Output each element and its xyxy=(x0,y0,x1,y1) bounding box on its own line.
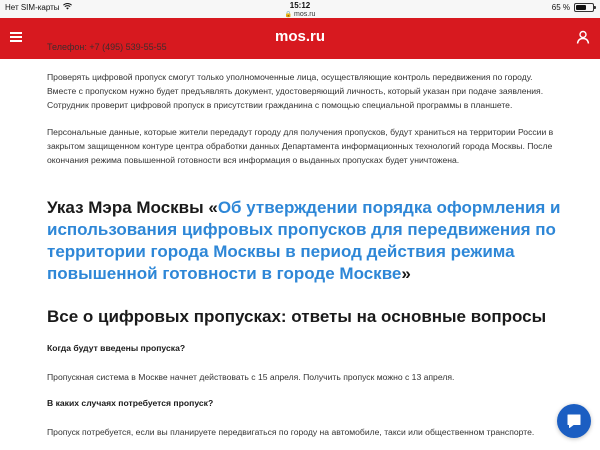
battery-fill xyxy=(576,5,587,10)
faq-answer: Пропуск потребуется, если вы планируете … xyxy=(47,427,535,437)
faq-question: Когда будут введены пропуска? xyxy=(47,343,186,353)
faq-question: В каких случаях потребуется пропуск? xyxy=(47,398,214,408)
decree-heading: Указ Мэра Москвы «Об утверждении порядка… xyxy=(47,197,562,285)
user-icon[interactable] xyxy=(576,30,590,44)
article-content: Телефон: +7 (495) 539-55-55 Проверять ци… xyxy=(47,41,562,438)
faq-section-title: Все о цифровых пропусках: ответы на осно… xyxy=(47,307,547,326)
paragraph-personal-data: Персональные данные, которые жители пере… xyxy=(47,127,554,165)
status-right: 65 % xyxy=(551,3,596,12)
chat-bubble-icon xyxy=(567,414,581,428)
chat-button[interactable] xyxy=(557,404,591,438)
battery-icon xyxy=(574,3,596,12)
clock: 15:12 xyxy=(289,1,311,10)
battery-percent: 65 % xyxy=(551,3,570,12)
paragraph-verification: Проверять цифровой пропуск смогут только… xyxy=(47,72,544,110)
faq-answer: Пропускная система в Москве начнет дейст… xyxy=(47,372,455,382)
decree-prefix: Указ Мэра Москвы « xyxy=(47,198,218,217)
decree-suffix: » xyxy=(401,264,411,283)
status-bar: Нет SIM-карты 15:12 🔒 mos.ru 65 % xyxy=(0,0,600,18)
cut-off-line: Телефон: +7 (495) 539-55-55 xyxy=(47,42,167,52)
address-url: mos.ru xyxy=(294,11,316,18)
